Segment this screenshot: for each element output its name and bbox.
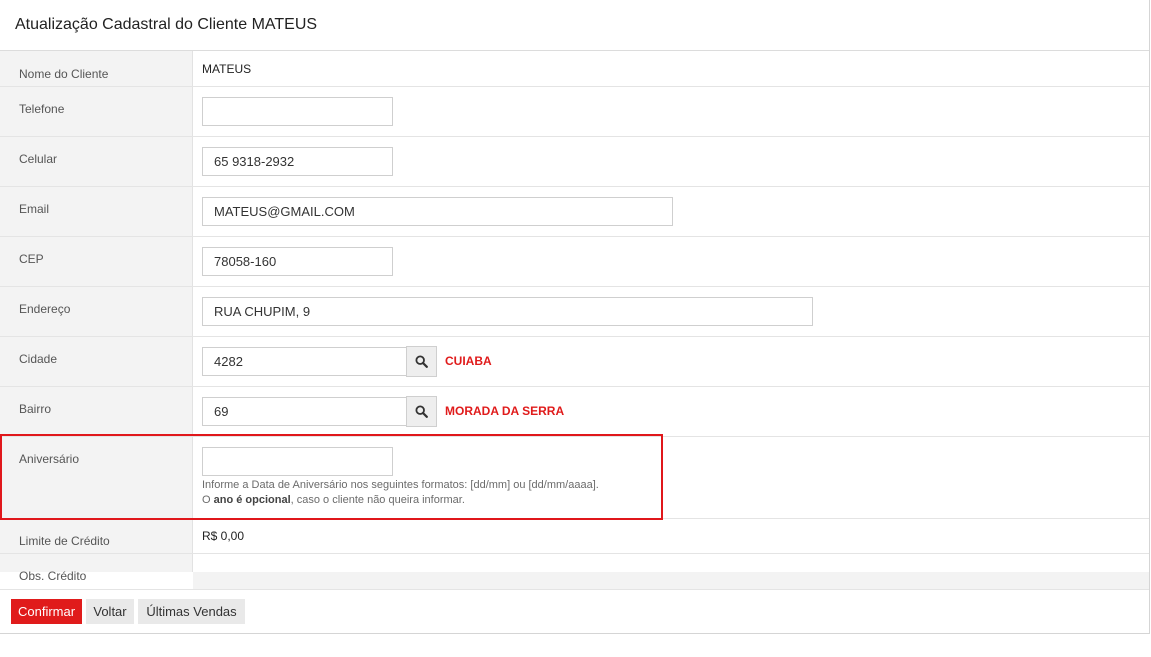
telefone-label: Telefone (19, 102, 65, 116)
email-label: Email (19, 202, 50, 216)
nome-value: MATEUS (202, 62, 252, 76)
limite-label: Limite de Crédito (19, 534, 110, 548)
limite-value: R$ 0,00 (202, 529, 245, 543)
row-divider (0, 186, 1149, 187)
cep-input[interactable]: 78058-160 (202, 247, 393, 276)
search-icon (415, 405, 428, 418)
back-button[interactable]: Voltar (86, 599, 134, 624)
row-divider (0, 136, 1149, 137)
cidade-name: CUIABA (445, 354, 492, 368)
bairro-search-button[interactable] (406, 396, 437, 427)
cidade-label: Cidade (19, 352, 58, 366)
cep-label: CEP (19, 252, 44, 266)
cidade-search-button[interactable] (406, 346, 437, 377)
telefone-input[interactable] (202, 97, 393, 126)
row-divider (0, 336, 1149, 337)
celular-input[interactable]: 65 9318-2932 (202, 147, 393, 176)
cidade-code-input[interactable]: 4282 (202, 347, 407, 376)
confirm-button[interactable]: Confirmar (11, 599, 82, 624)
form-panel: Atualização Cadastral do Cliente MATEUS … (0, 0, 1150, 634)
bairro-code-input[interactable]: 69 (202, 397, 407, 426)
aniversario-highlight (0, 434, 663, 520)
celular-label: Celular (19, 152, 58, 166)
row-divider (0, 86, 1149, 87)
row-divider (0, 553, 1149, 554)
endereco-input[interactable]: RUA CHUPIM, 9 (202, 297, 813, 326)
footer-divider (0, 589, 1149, 590)
row-divider (0, 286, 1149, 287)
page-title: Atualização Cadastral do Cliente MATEUS (15, 16, 318, 33)
search-icon (415, 355, 428, 368)
row-divider (0, 236, 1149, 237)
recent-sales-button[interactable]: Últimas Vendas (138, 599, 245, 624)
obs-strip (193, 572, 1149, 589)
email-input[interactable]: MATEUS@GMAIL.COM (202, 197, 673, 226)
obs-label: Obs. Crédito (19, 569, 87, 583)
row-divider (0, 386, 1149, 387)
endereco-label: Endereço (19, 302, 71, 316)
bairro-name: MORADA DA SERRA (445, 404, 565, 418)
bairro-label: Bairro (19, 402, 52, 416)
nome-label: Nome do Cliente (19, 67, 109, 81)
